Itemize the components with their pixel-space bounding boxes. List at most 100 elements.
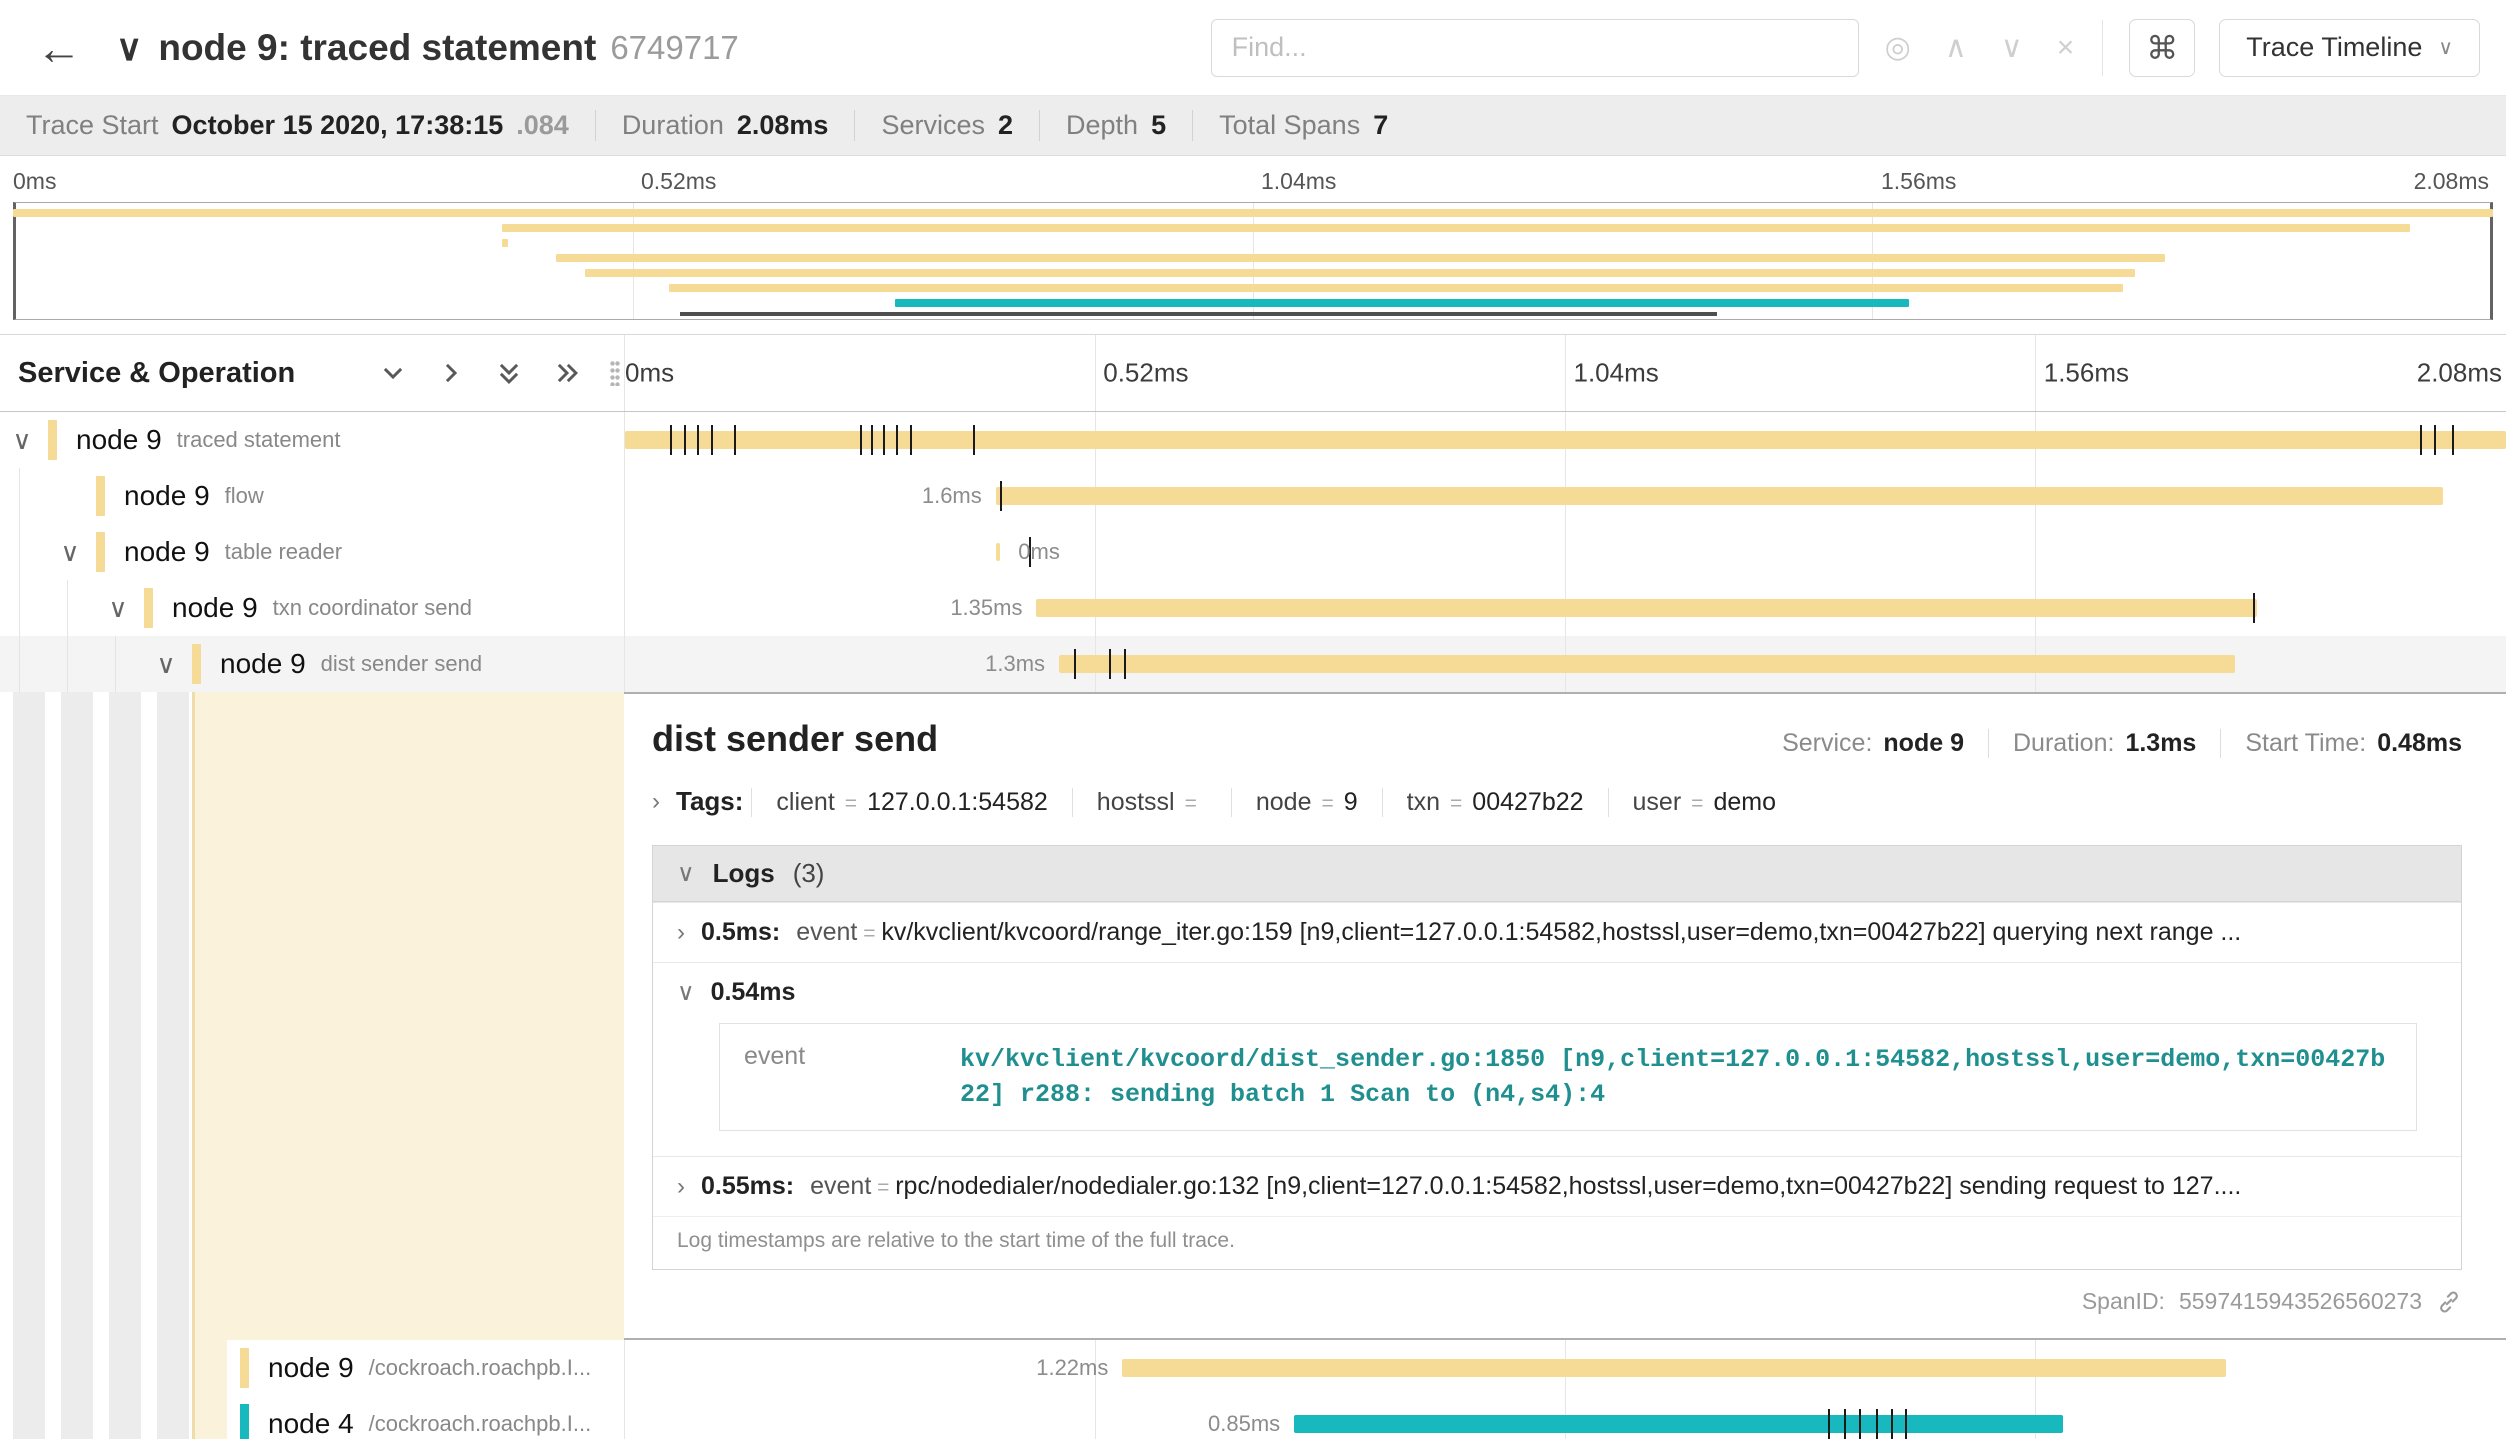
span-row[interactable]: ∨node 9table reader0ms	[0, 524, 2506, 580]
detail-service: Service: node 9	[1758, 729, 1988, 758]
service-name: node 9	[220, 648, 306, 680]
expand-one-icon[interactable]	[438, 360, 464, 386]
find-input[interactable]	[1211, 19, 1859, 77]
trace-id: 6749717	[610, 29, 738, 67]
span-track[interactable]	[624, 412, 2506, 468]
log-marker-tick	[711, 425, 713, 455]
equals-sign: =	[1185, 792, 1197, 816]
chevron-right-icon: ›	[677, 921, 685, 945]
span-track[interactable]: 1.35ms	[624, 580, 2506, 636]
span-bar[interactable]	[1036, 599, 2257, 617]
trace-summary-bar: Trace Start October 15 2020, 17:38:15.08…	[0, 96, 2506, 156]
span-row[interactable]: ∨node 9traced statement	[0, 412, 2506, 468]
summary-total-spans: Total Spans 7	[1192, 110, 1414, 141]
find-target-icon[interactable]: ◎	[1885, 33, 1911, 63]
divider	[2102, 20, 2103, 76]
log-timestamp: 0.55ms:	[701, 1172, 794, 1201]
span-bar[interactable]	[1122, 1359, 2225, 1377]
operation-name: /cockroach.roachpb.I...	[369, 1355, 592, 1381]
span-track[interactable]: 1.3ms	[624, 636, 2506, 692]
span-id-label: SpanID:	[2082, 1288, 2165, 1315]
tag-value: 9	[1344, 788, 1358, 817]
span-row[interactable]: node 9/cockroach.roachpb.I... 1.22ms	[0, 1340, 2506, 1396]
span-row[interactable]: node 4/cockroach.roachpb.I...0.85ms	[0, 1396, 2506, 1439]
copy-link-icon[interactable]	[2436, 1289, 2462, 1315]
ruler-tick-label: 1.04ms	[1261, 168, 1336, 195]
view-selector-button[interactable]: Trace Timeline ∨	[2219, 19, 2480, 77]
minimap-scrubber[interactable]	[680, 312, 1717, 316]
span-name-cell: ∨node 9txn coordinator send	[0, 580, 624, 636]
span-track[interactable]: 0.85ms	[624, 1396, 2506, 1439]
ruler-tick-label: 0.52ms	[1103, 358, 1188, 389]
timeline-header: Service & Operation 0ms0.52ms1.04ms1.56m…	[0, 334, 2506, 412]
log-marker-tick	[2420, 425, 2422, 455]
trace-collapse-chevron-icon[interactable]: ∨	[116, 30, 142, 66]
log-key: event	[810, 1172, 871, 1200]
log-entry-expanded[interactable]: ∨ 0.54ms event kv/kvclient/kvcoord/dist_…	[653, 962, 2461, 1156]
span-labels: node 9 dist sender send	[0, 636, 624, 692]
operation-name: txn coordinator send	[273, 595, 472, 621]
find-prev-icon[interactable]: ∧	[1945, 33, 1967, 63]
log-marker-tick	[1891, 1409, 1893, 1439]
summary-label: Total Spans	[1219, 110, 1360, 141]
keyboard-shortcuts-button[interactable]: ⌘	[2129, 19, 2195, 77]
log-marker-tick	[2434, 425, 2436, 455]
ruler-tick-label: 1.56ms	[1881, 168, 1956, 195]
collapse-one-icon[interactable]	[380, 360, 406, 386]
summary-duration: Duration 2.08ms	[595, 110, 855, 141]
span-track[interactable]: 1.6ms	[624, 468, 2506, 524]
log-marker-tick	[973, 425, 975, 455]
tags-accordion[interactable]: › Tags: client=127.0.0.1:54582 hostssl= …	[652, 786, 2462, 817]
span-bar[interactable]	[1059, 655, 2235, 673]
collapse-all-icon[interactable]	[496, 360, 522, 386]
duration-label: 1.6ms	[922, 483, 982, 509]
span-bar[interactable]	[996, 543, 1001, 561]
tag-value: 127.0.0.1:54582	[867, 788, 1048, 817]
span-bar[interactable]	[625, 431, 2506, 449]
log-entry[interactable]: › 0.55ms: event = rpc/nodedialer/nodedia…	[653, 1156, 2461, 1216]
logs-header[interactable]: ∨ Logs (3)	[653, 846, 2461, 902]
span-name-cell: ∨node 9table reader	[0, 524, 624, 580]
log-marker-tick	[2452, 425, 2454, 455]
top-bar: ← ∨ node 9: traced statement 6749717 ◎ ∧…	[0, 0, 2506, 96]
back-icon[interactable]: ←	[36, 25, 82, 71]
logs-count: (3)	[793, 858, 825, 889]
log-marker-tick	[1124, 649, 1126, 679]
find-next-icon[interactable]: ∨	[2001, 33, 2023, 63]
duration-label: 1.3ms	[985, 651, 1045, 677]
log-marker-tick	[1109, 649, 1111, 679]
span-labels: node 9flow	[0, 468, 624, 524]
service-name: node 9	[268, 1352, 354, 1384]
minimap-span-bar	[13, 209, 2493, 217]
logs-footer-note: Log timestamps are relative to the start…	[653, 1216, 2461, 1269]
ruler-tick-label: 0.52ms	[641, 168, 716, 195]
tag-key: txn	[1407, 788, 1440, 817]
log-marker-tick	[2253, 593, 2255, 623]
expand-all-icon[interactable]	[554, 360, 580, 386]
operation-name: dist sender send	[321, 651, 482, 677]
minimap-span-bar	[669, 284, 2124, 292]
ruler-tick-label: 0ms	[625, 358, 674, 389]
detail-meta: Service: node 9 Duration: 1.3ms Start Ti…	[1758, 729, 2462, 758]
find-clear-icon[interactable]: ×	[2057, 33, 2075, 63]
log-entry[interactable]: › 0.5ms: event = kv/kvclient/kvcoord/ran…	[653, 902, 2461, 962]
minimap-canvas[interactable]	[13, 202, 2493, 320]
span-track[interactable]: 0ms	[624, 524, 2506, 580]
column-resizer-handle[interactable]	[610, 360, 620, 386]
view-selector-label: Trace Timeline	[2246, 32, 2422, 63]
span-name-cell: node 4/cockroach.roachpb.I...	[0, 1396, 624, 1439]
span-row[interactable]: ∨node 9dist sender send1.3ms	[0, 636, 2506, 692]
log-marker-tick	[697, 425, 699, 455]
span-bar[interactable]	[996, 487, 2443, 505]
tags-label: Tags:	[676, 786, 743, 817]
span-row[interactable]: node 9flow 1.6ms	[0, 468, 2506, 524]
span-name-cell: ∨node 9dist sender send	[0, 636, 624, 692]
detail-duration: Duration: 1.3ms	[1988, 729, 2220, 758]
span-row[interactable]: ∨node 9txn coordinator send1.35ms	[0, 580, 2506, 636]
meta-value: 1.3ms	[2125, 729, 2196, 758]
minimap-span-bar	[502, 239, 508, 247]
summary-label: Services	[881, 110, 985, 141]
span-track[interactable]: 1.22ms	[624, 1340, 2506, 1396]
span-bar[interactable]	[1294, 1415, 2063, 1433]
span-id-row: SpanID: 5597415943526560273	[652, 1288, 2462, 1315]
